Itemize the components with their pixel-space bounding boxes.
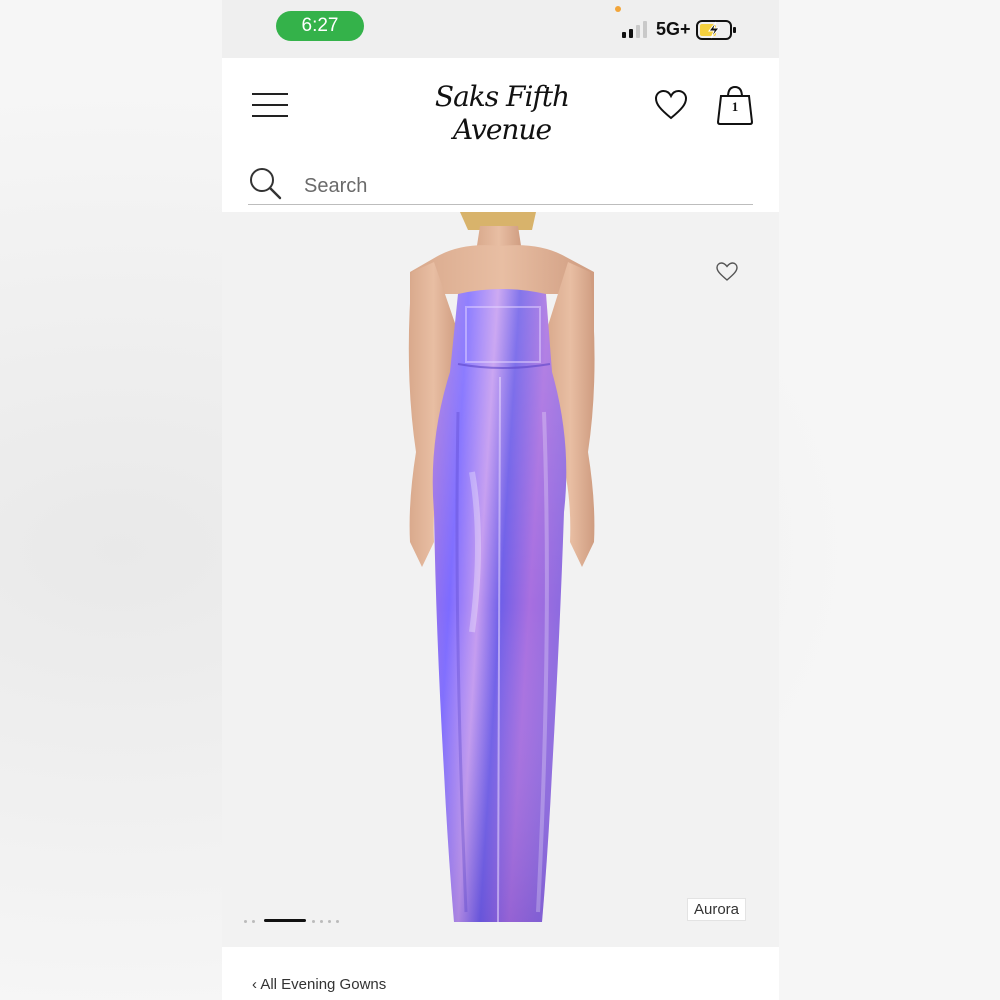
carousel-dot-active bbox=[264, 919, 306, 922]
breadcrumb-back-link[interactable]: ‹ All Evening Gowns bbox=[252, 976, 386, 993]
bag-count: 1 bbox=[731, 99, 739, 114]
signal-icon bbox=[622, 21, 647, 38]
breadcrumb-label: All Evening Gowns bbox=[260, 976, 387, 993]
product-photo bbox=[408, 212, 595, 923]
phone-screen: 6:27 5G+ Saks Fifth Avenue 1 Search Auro… bbox=[222, 0, 779, 1000]
magnifier-icon[interactable] bbox=[248, 166, 282, 200]
privacy-indicator-dot bbox=[615, 6, 621, 12]
site-header: Saks Fifth Avenue 1 bbox=[222, 58, 779, 208]
product-image-carousel[interactable]: Aurora bbox=[222, 212, 779, 947]
network-type: 5G+ bbox=[656, 19, 691, 39]
time-pill[interactable]: 6:27 bbox=[276, 11, 364, 41]
hamburger-menu-icon[interactable] bbox=[252, 93, 288, 117]
shopping-bag-icon[interactable]: 1 bbox=[716, 84, 754, 126]
status-bar: 6:27 5G+ bbox=[222, 0, 779, 58]
search-bar bbox=[248, 162, 753, 205]
saks-logo[interactable]: Saks Fifth Avenue bbox=[382, 80, 622, 146]
heart-outline-icon[interactable] bbox=[716, 262, 738, 282]
heart-icon[interactable] bbox=[654, 89, 688, 121]
carousel-dots[interactable] bbox=[244, 918, 374, 924]
battery-charging-icon bbox=[696, 20, 736, 40]
color-name-tag: Aurora bbox=[687, 898, 747, 921]
search-input[interactable] bbox=[302, 172, 746, 200]
